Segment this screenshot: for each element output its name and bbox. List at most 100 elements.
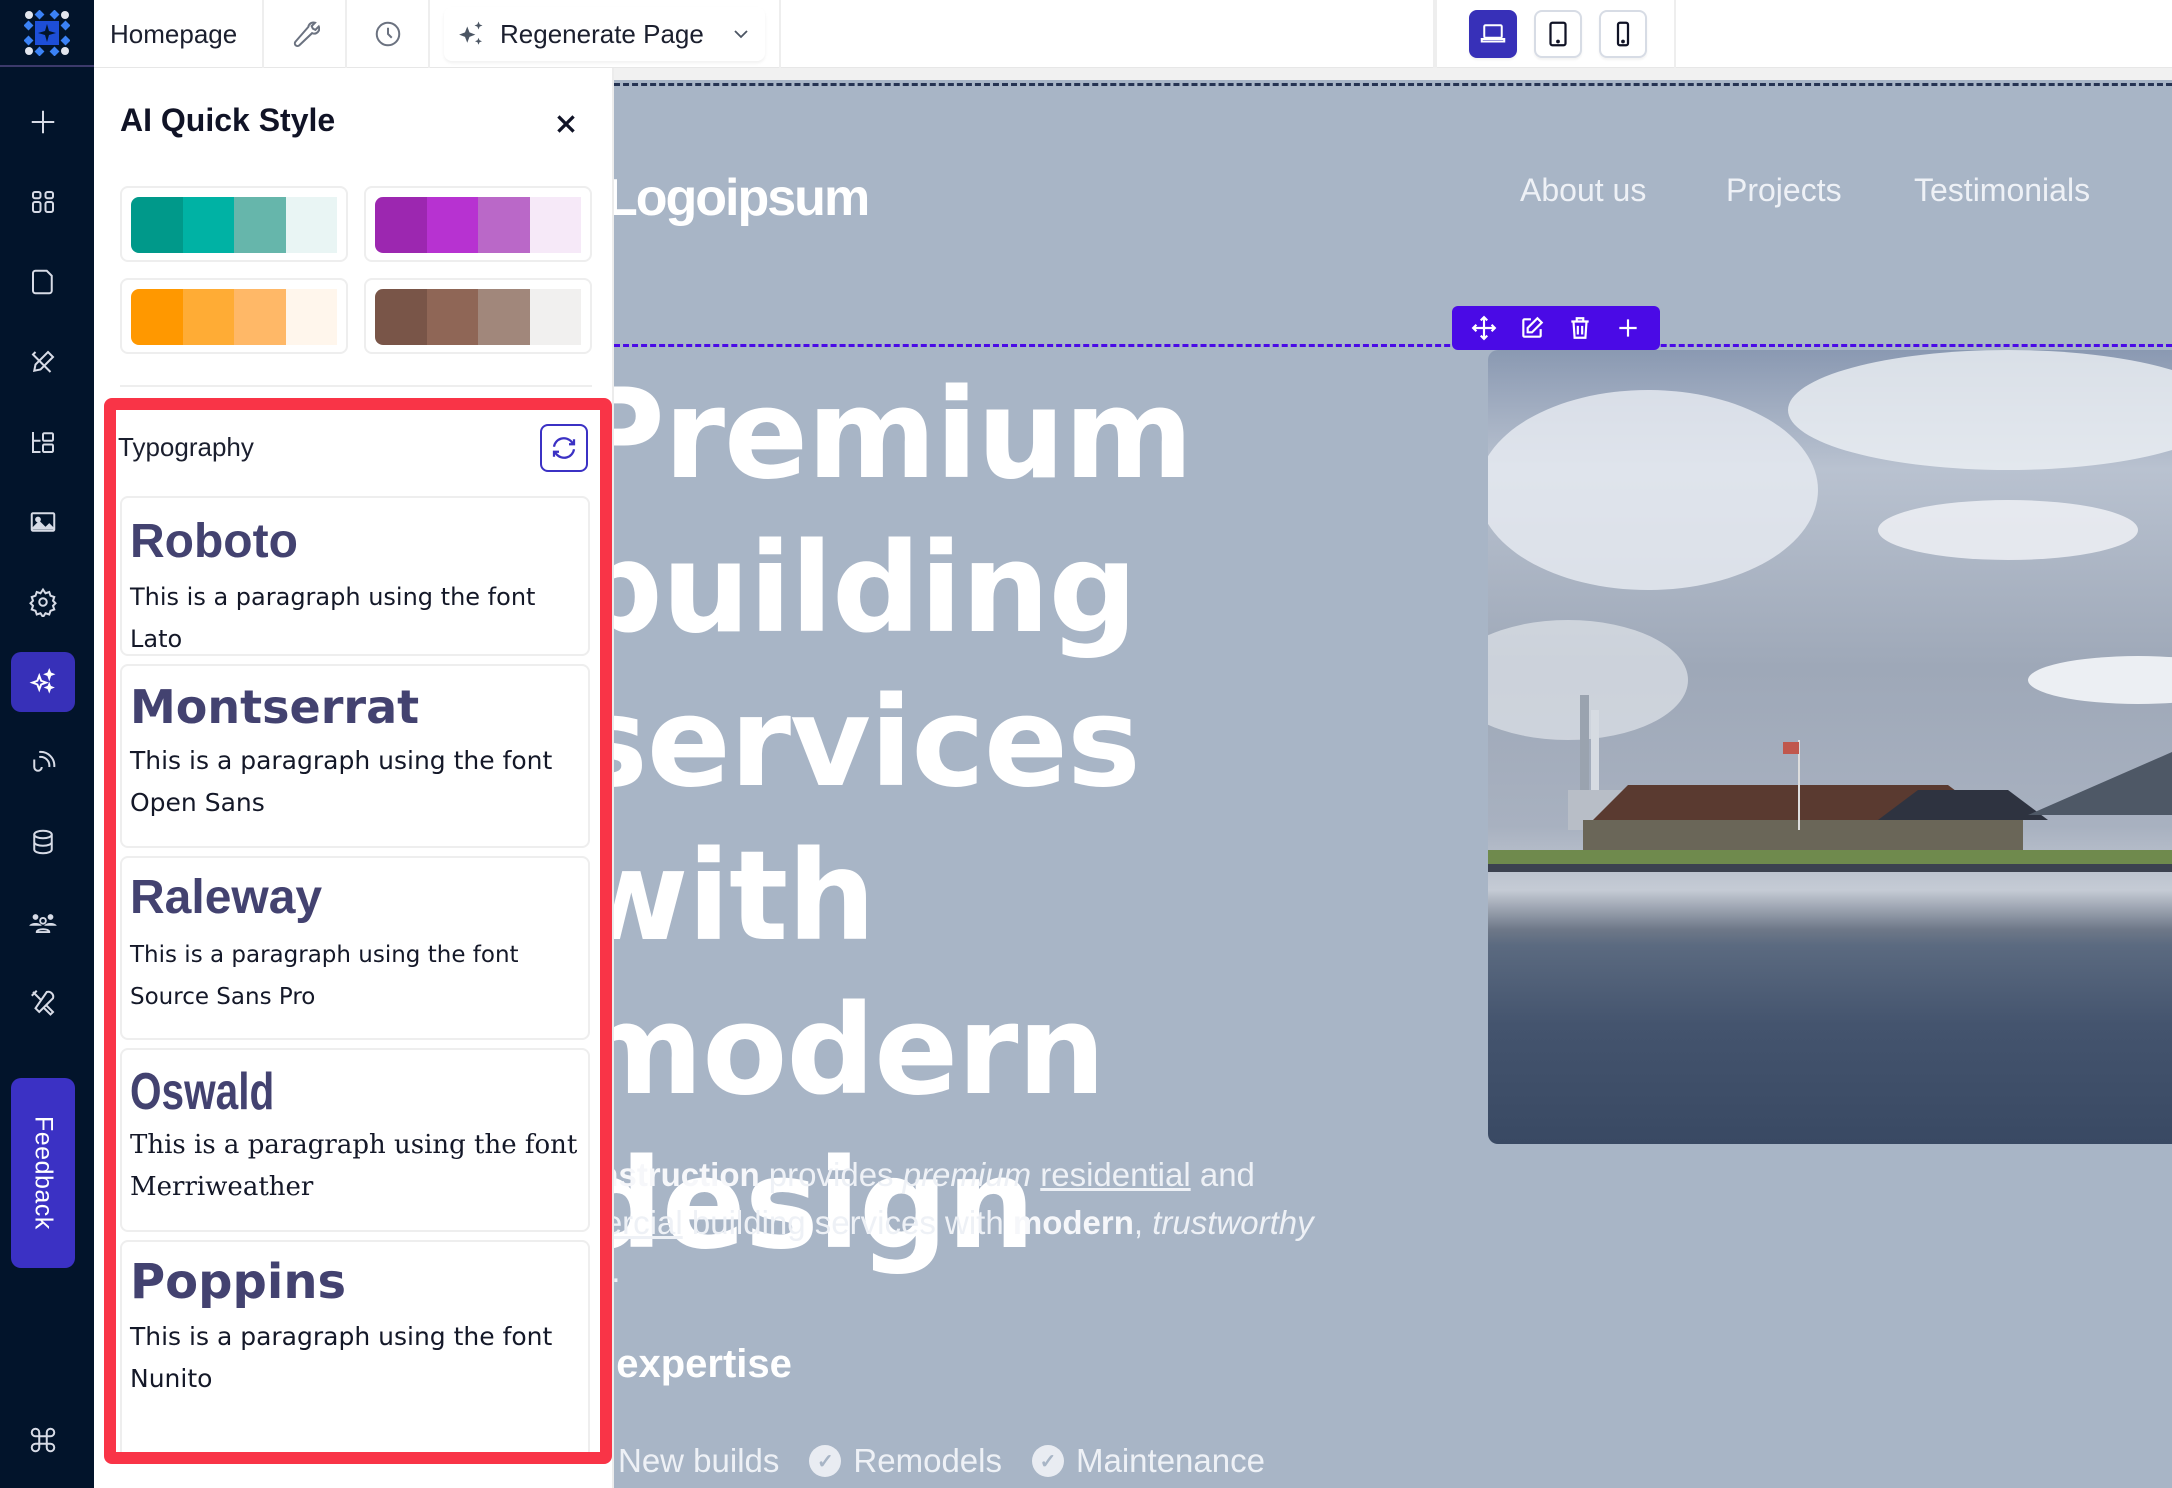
nav-link-about[interactable]: About us	[1520, 172, 1646, 209]
palette-swatch	[478, 197, 530, 253]
palette-swatch	[478, 289, 530, 345]
font-option[interactable]: Roboto This is a paragraph using the fon…	[120, 496, 590, 656]
rail-ai-style-button[interactable]	[11, 652, 75, 712]
command-icon	[30, 1427, 56, 1453]
site-logo[interactable]: Logoipsum	[614, 168, 870, 228]
palette-option[interactable]	[120, 278, 348, 354]
brand-name: W Construction	[614, 1156, 760, 1193]
palette-swatch	[285, 289, 337, 345]
intro-text: ,	[1133, 1204, 1153, 1241]
font-option[interactable]: Raleway This is a paragraph using the fo…	[120, 856, 590, 1040]
rail-publish-button[interactable]	[11, 732, 75, 792]
nav-link-projects[interactable]: Projects	[1726, 172, 1842, 209]
palette-swatch	[426, 289, 478, 345]
move-button[interactable]	[1471, 315, 1497, 341]
nav-link-testimonials[interactable]: Testimonials	[1914, 172, 2090, 209]
rail-sections-button[interactable]	[11, 172, 75, 232]
device-mobile-button[interactable]	[1599, 10, 1647, 58]
intro-emphasis: trustworthy	[1152, 1204, 1314, 1241]
chevron-down-icon[interactable]	[729, 22, 753, 46]
expertise-item: ✓ Maintenance	[1032, 1442, 1265, 1480]
rail-media-button[interactable]	[11, 492, 75, 552]
history-button[interactable]	[347, 0, 430, 68]
regenerate-container: Regenerate Page	[430, 0, 781, 68]
app-root: Feedback Homepage Regenerate Page AI Qui…	[0, 0, 2172, 1488]
expertise-item: ✓ New builds	[614, 1442, 779, 1480]
hero-image[interactable]	[1488, 350, 2172, 1144]
page-canvas[interactable]: Logoipsum About us Projects Testimonials…	[614, 80, 2172, 1488]
rail-add-button[interactable]	[11, 92, 75, 152]
font-paragraph: This is a paragraph using the font Open …	[130, 746, 553, 817]
top-bar-spacer	[781, 0, 1435, 68]
intro-text: building services with	[682, 1204, 1013, 1241]
design-icon	[31, 350, 55, 373]
device-desktop-button[interactable]	[1469, 10, 1517, 58]
regenerate-page-button[interactable]: Regenerate Page	[444, 7, 765, 61]
tree-icon	[32, 432, 54, 453]
tools-icon	[31, 990, 55, 1016]
rail-design-button[interactable]	[11, 332, 75, 392]
rail-pages-button[interactable]	[11, 252, 75, 312]
selected-section-outline	[614, 344, 2172, 347]
panel-title: AI Quick Style	[120, 102, 336, 138]
refresh-typography-button[interactable]	[540, 424, 588, 472]
page-selector[interactable]: Homepage	[94, 0, 264, 68]
font-heading: Montserrat	[130, 680, 420, 734]
sparkle-icon	[29, 668, 56, 694]
wrench-icon	[293, 21, 320, 48]
font-heading: Poppins	[130, 1254, 347, 1310]
palette-swatch	[131, 197, 183, 253]
app-logo[interactable]	[0, 0, 94, 67]
close-panel-button[interactable]	[548, 106, 584, 142]
headline-line: Premium	[614, 363, 1193, 507]
rail-command-button[interactable]	[11, 1410, 75, 1470]
font-heading: Roboto	[130, 515, 298, 568]
feedback-button[interactable]: Feedback	[11, 1078, 75, 1268]
laptop-icon	[1480, 24, 1506, 43]
expertise-label: Maintenance	[1076, 1442, 1265, 1479]
palette-option[interactable]	[120, 186, 348, 262]
font-option[interactable]: Montserrat This is a paragraph using the…	[120, 664, 590, 848]
font-paragraph: This is a paragraph using the font Lato	[130, 583, 536, 653]
add-section-button[interactable]	[1615, 315, 1641, 341]
tablet-icon	[1549, 21, 1567, 47]
palette-option[interactable]	[364, 186, 592, 262]
regenerate-page-label: Regenerate Page	[500, 18, 704, 49]
palette-option[interactable]	[364, 278, 592, 354]
check-icon: ✓	[809, 1445, 842, 1477]
font-paragraph: This is a paragraph using the font Merri…	[130, 1130, 578, 1202]
typography-highlight: Typography Roboto This is a paragraph us…	[104, 398, 612, 1464]
edit-button[interactable]	[1519, 315, 1545, 341]
palette-swatch	[285, 197, 337, 253]
rail-settings-button[interactable]	[11, 572, 75, 632]
divider	[120, 385, 592, 387]
intro-link-residential[interactable]: residential	[1040, 1156, 1190, 1193]
database-icon	[33, 829, 53, 855]
palette-swatch	[234, 197, 286, 253]
rail-tools-button[interactable]	[11, 972, 75, 1032]
logo-icon	[24, 9, 70, 56]
intro-text	[1031, 1156, 1040, 1193]
delete-button[interactable]	[1567, 315, 1593, 341]
intro-text: and	[1190, 1156, 1255, 1193]
section-toolbar	[1452, 306, 1660, 350]
expertise-heading: Our expertise	[614, 1342, 792, 1386]
left-rail: Feedback	[0, 0, 94, 1488]
headline-line: building	[614, 517, 1137, 661]
device-switcher	[1435, 0, 1676, 68]
font-option[interactable]: Oswald This is a paragraph using the fon…	[120, 1048, 590, 1232]
close-icon	[557, 115, 575, 133]
intro-link-commercial[interactable]: commercial	[614, 1204, 683, 1241]
page-title: Homepage	[110, 18, 238, 49]
typography-label: Typography	[118, 432, 254, 462]
rail-layers-button[interactable]	[11, 412, 75, 472]
gear-icon	[29, 587, 57, 617]
hero-headline[interactable]: Premium building services with modern de…	[614, 358, 1454, 1282]
page-settings-button[interactable]	[264, 0, 347, 68]
rail-team-button[interactable]	[11, 892, 75, 952]
landscape-photo	[1488, 350, 2172, 872]
rail-data-button[interactable]	[11, 812, 75, 872]
font-option[interactable]: Poppins This is a paragraph using the fo…	[120, 1240, 590, 1452]
device-tablet-button[interactable]	[1534, 10, 1582, 58]
hero-description[interactable]: W Construction provides premium resident…	[614, 1151, 1414, 1295]
